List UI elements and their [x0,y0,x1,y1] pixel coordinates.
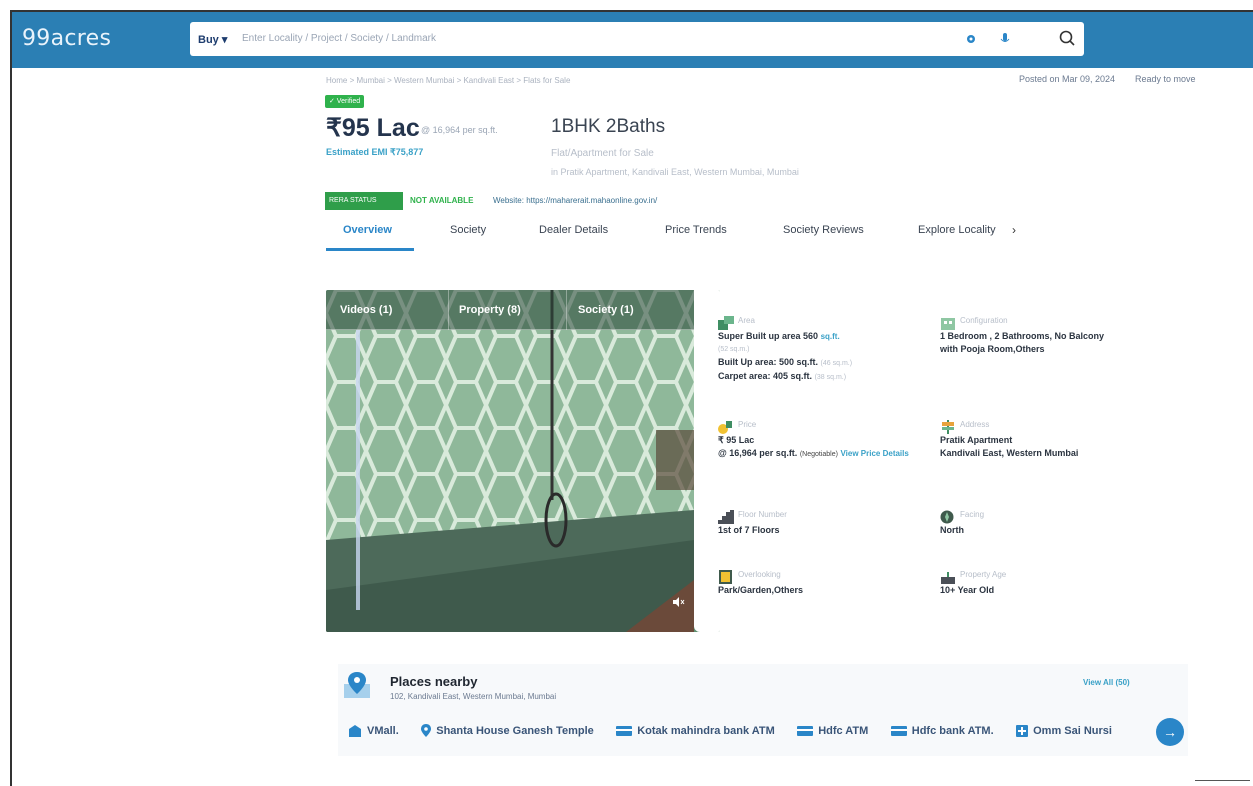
atm-icon [797,726,814,736]
rera-value: NOT AVAILABLE [410,196,474,205]
location-pin-icon [421,724,432,737]
building-icon [941,318,955,330]
property-type: Flat/Apartment for Sale [551,148,654,159]
rera-website[interactable]: Website: https://maharerait.mahaonline.g… [493,196,657,205]
place-chip[interactable]: Omm Sai Nursi [1016,725,1112,737]
config-title: 1BHK 2Baths [551,116,666,137]
media-tab-property[interactable]: Property (8) [459,304,521,316]
top-header: 99acres Buy ▾ Enter Locality / Project /… [12,12,1253,68]
place-chip[interactable]: Hdfc ATM [797,725,868,737]
property-address: in Pratik Apartment, Kandivali East, Wes… [551,167,799,177]
mic-icon[interactable] [1000,32,1010,46]
detail-address: Address Pratik Apartment Kandivali East,… [940,420,1079,458]
media-tab-divider [448,290,449,330]
hospital-icon [1016,725,1029,737]
search-bar[interactable]: Buy ▾ Enter Locality / Project / Society… [190,22,1084,56]
detail-floor: Floor Number 1st of 7 Floors [718,510,787,535]
place-chip[interactable]: Shanta House Ganesh Temple [421,724,594,737]
map-pin-icon [344,672,370,698]
search-input[interactable]: Enter Locality / Project / Society / Lan… [242,33,436,44]
media-tab-divider [566,290,567,330]
tab-overview[interactable]: Overview [343,224,392,236]
media-tab-videos[interactable]: Videos (1) [340,304,392,316]
area-icon [718,316,734,330]
shop-icon [349,725,361,737]
property-photo[interactable] [326,290,694,632]
detail-property-age: Property Age 10+ Year Old [940,570,1007,595]
tab-bar: Overview Society Dealer Details Price Tr… [326,218,1016,251]
tab-explore-locality[interactable]: Explore Locality [918,224,996,236]
price-per-sqft: @ 16,964 per sq.ft. [421,125,498,135]
stairs-icon [718,510,734,524]
view-all-places-link[interactable]: View All (50) [1083,678,1130,687]
atm-icon [890,726,907,736]
detail-price: Price ₹ 95 Lac @ 16,964 per sq.ft. (Nego… [718,420,909,458]
detail-area: Area Super Built up area 560 sq.ft. (52 … [718,316,853,381]
place-chip[interactable]: VMall. [348,725,399,737]
rera-status-badge[interactable]: RERA STATUS [325,192,403,210]
active-tab-indicator [326,248,414,251]
tab-dealer-details[interactable]: Dealer Details [539,224,608,236]
price: ₹95 Lac [326,114,420,142]
price-tag-icon [718,421,732,434]
ready-status: Ready to move [1135,74,1196,84]
tab-society-reviews[interactable]: Society Reviews [783,224,864,236]
media-tabs: Videos (1) Property (8) Society (1) [326,290,694,330]
emi-link[interactable]: Estimated EMI ₹75,877 [326,147,423,158]
cake-icon [941,572,955,584]
view-price-details-link[interactable]: View Price Details [840,449,908,458]
mute-icon[interactable] [671,595,685,609]
places-title: Places nearby [390,674,478,689]
divider [1195,780,1250,781]
places-nearby-section: Places nearby 102, Kandivali East, Weste… [338,664,1188,756]
media-gallery[interactable]: Videos (1) Property (8) Society (1) [326,290,720,632]
places-next-button[interactable]: → [1156,718,1184,746]
places-chip-list: VMall. Shanta House Ganesh Temple Kotak … [348,724,1168,744]
posted-date: Posted on Mar 09, 2024 [1019,74,1116,84]
breadcrumb[interactable]: Home > Mumbai > Western Mumbai > Kandiva… [326,76,570,85]
detail-configuration: Configuration 1 Bedroom , 2 Bathrooms, N… [940,316,1105,354]
media-tab-society[interactable]: Society (1) [578,304,634,316]
tabs-next-arrow[interactable]: › [1012,223,1016,237]
detail-overlooking: Overlooking Park/Garden,Others [718,570,804,595]
verified-badge: ✓ Verified [325,95,365,108]
logo[interactable]: 99acres [22,26,111,51]
locate-icon[interactable] [965,33,977,45]
place-chip[interactable]: Hdfc bank ATM. [890,725,994,737]
window-icon [719,570,732,584]
place-chip[interactable]: Kotak mahindra bank ATM [616,725,775,737]
signpost-icon [942,420,954,434]
detail-facing: Facing North [940,510,985,535]
places-subtitle: 102, Kandivali East, Western Mumbai, Mum… [390,692,557,701]
area-unit-dropdown[interactable]: sq.ft. [821,332,840,341]
property-details-grid: Area Super Built up area 560 sq.ft. (52 … [712,316,1142,608]
search-icon[interactable] [1058,29,1076,47]
atm-icon [616,726,633,736]
tab-society[interactable]: Society [450,224,486,236]
buy-dropdown[interactable]: Buy ▾ [198,33,227,46]
compass-icon [940,510,954,524]
tab-price-trends[interactable]: Price Trends [665,224,727,236]
